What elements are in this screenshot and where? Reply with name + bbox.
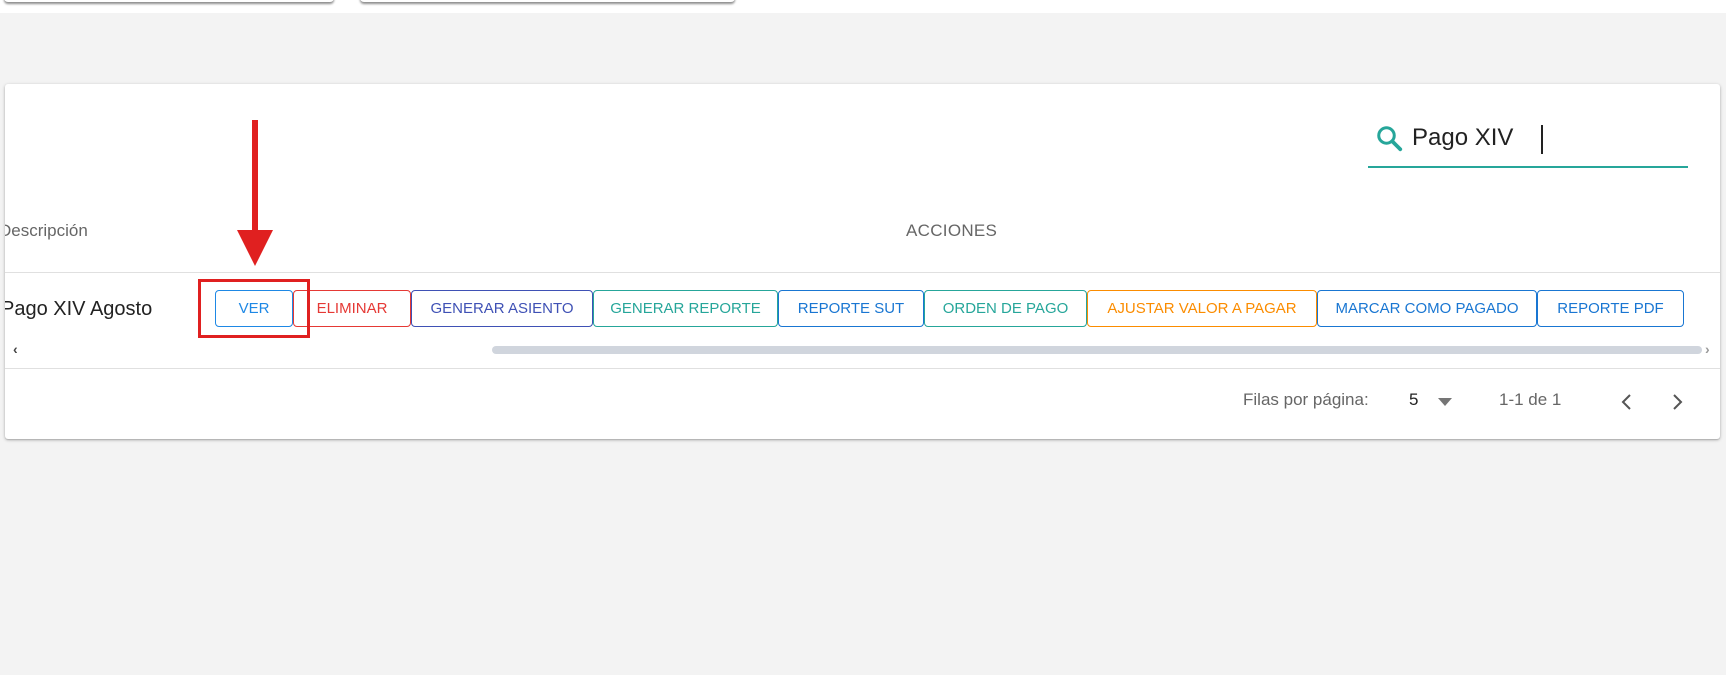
generate-entry-button[interactable]: GENERAR ASIENTO — [411, 290, 593, 327]
column-header-description[interactable]: Descripción — [5, 221, 88, 241]
scroll-right-icon[interactable]: › — [1705, 341, 1710, 357]
top-button-1[interactable] — [4, 0, 334, 2]
mark-as-paid-button[interactable]: MARCAR COMO PAGADO — [1317, 290, 1537, 327]
sut-report-button[interactable]: REPORTE SUT — [778, 290, 924, 327]
scroll-left-icon[interactable]: ‹ — [13, 341, 18, 357]
scrollbar-thumb[interactable] — [492, 346, 1702, 354]
payment-order-button[interactable]: ORDEN DE PAGO — [924, 290, 1087, 327]
chevron-down-icon[interactable] — [1437, 397, 1453, 407]
chevron-right-icon[interactable] — [1667, 392, 1687, 412]
search-icon — [1377, 126, 1403, 152]
delete-button[interactable]: ELIMINAR — [293, 290, 411, 327]
rows-per-page-label: Filas por página: — [1243, 390, 1369, 409]
top-toolbar-strip — [0, 0, 1726, 13]
footer-divider — [5, 368, 1720, 369]
page: { "search": { "value": "Pago XIV", "icon… — [0, 0, 1726, 675]
data-table-card: Descripción ACCIONES Pago XIV Agosto VER… — [5, 84, 1720, 439]
chevron-left-icon[interactable] — [1617, 392, 1637, 412]
table-cell-description: Pago XIV Agosto — [5, 298, 153, 320]
adjust-amount-button[interactable]: AJUSTAR VALOR A PAGAR — [1087, 290, 1317, 327]
rows-per-page-select[interactable]: 5 — [1409, 390, 1418, 410]
pagination-footer: Filas por página: 5 1-1 de 1 — [5, 370, 1720, 438]
horizontal-scrollbar[interactable]: ‹ › — [5, 339, 1720, 361]
pdf-report-button[interactable]: REPORTE PDF — [1537, 290, 1684, 327]
annotation-highlight-box — [198, 279, 310, 338]
page-range: 1-1 de 1 — [1499, 390, 1562, 409]
header-divider — [5, 272, 1720, 273]
text-cursor — [1541, 125, 1543, 154]
top-button-2[interactable] — [360, 0, 735, 2]
search-input[interactable] — [1412, 118, 1682, 158]
search-field[interactable] — [1368, 114, 1688, 168]
annotation-arrow — [237, 120, 273, 266]
column-header-actions: ACCIONES — [906, 221, 998, 240]
generate-report-button[interactable]: GENERAR REPORTE — [593, 290, 778, 327]
